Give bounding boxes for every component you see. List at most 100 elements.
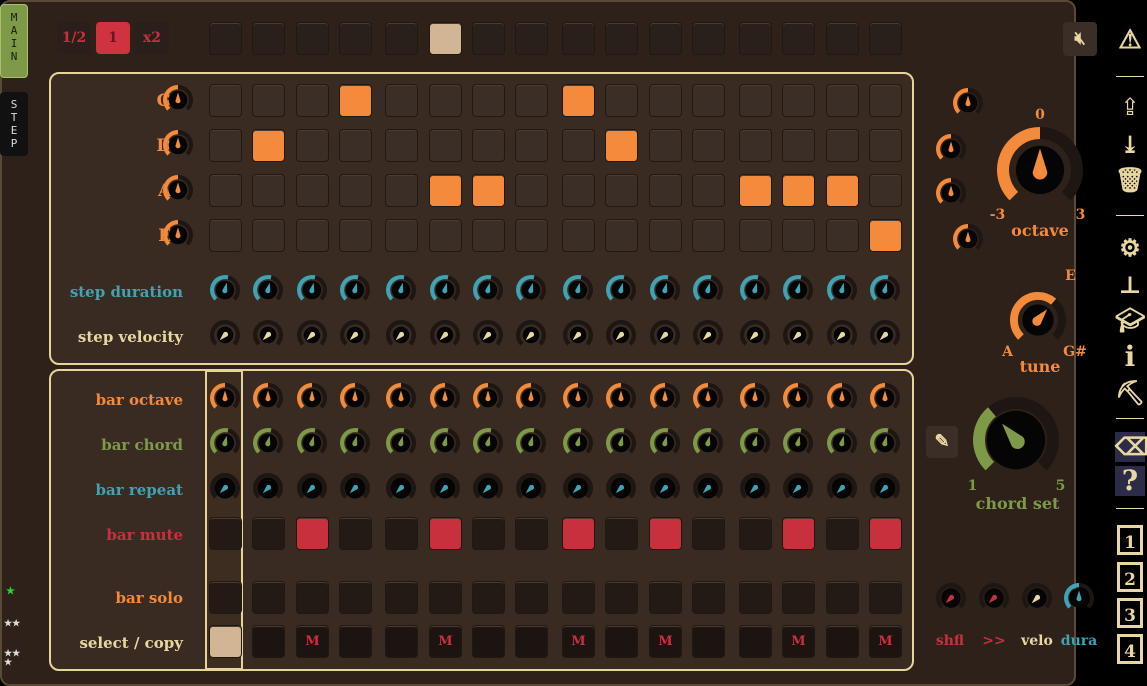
select-copy-button[interactable] [339, 625, 372, 658]
bar-repeat-knob[interactable] [251, 471, 285, 505]
bar-solo-toggle[interactable] [429, 581, 462, 614]
note-step-a2[interactable] [252, 174, 285, 207]
note-step-a2[interactable] [429, 174, 462, 207]
bar-mute-toggle[interactable] [739, 517, 772, 550]
step-velocity-knob[interactable] [338, 318, 372, 352]
octave-preset-knob-1[interactable] [951, 86, 985, 120]
bar-mute-toggle[interactable] [782, 517, 815, 550]
step-duration-knob[interactable] [604, 273, 638, 307]
note-step-d3[interactable] [385, 129, 418, 162]
bar-repeat-knob[interactable] [471, 471, 505, 505]
step-velocity-knob[interactable] [471, 318, 505, 352]
bar-solo-toggle[interactable] [339, 581, 372, 614]
bar-mute-toggle[interactable] [472, 517, 505, 550]
bar-mute-toggle[interactable] [209, 517, 242, 550]
bar-solo-toggle[interactable] [472, 581, 505, 614]
bar-mute-toggle[interactable] [429, 517, 462, 550]
note-a2-octave-knob[interactable] [161, 173, 195, 207]
bar-solo-toggle[interactable] [209, 581, 242, 614]
bar-repeat-knob[interactable] [514, 471, 548, 505]
note-step-a2[interactable] [739, 174, 772, 207]
step-duration-knob[interactable] [514, 273, 548, 307]
bar-solo-toggle[interactable] [739, 581, 772, 614]
bar-chord-knob[interactable] [604, 426, 638, 460]
step-velocity-knob[interactable] [825, 318, 859, 352]
playhead-step[interactable] [692, 22, 725, 55]
bar-octave-knob[interactable] [208, 381, 242, 415]
note-step-d3[interactable] [515, 129, 548, 162]
bar-chord-knob[interactable] [514, 426, 548, 460]
octave-knob[interactable] [995, 125, 1085, 215]
hierarchy-icon[interactable]: ⊥ [1115, 270, 1145, 300]
note-step-d3[interactable] [605, 129, 638, 162]
help-icon[interactable]: ? [1115, 466, 1145, 496]
note-step-g3[interactable] [296, 84, 329, 117]
note-step-d3[interactable] [429, 129, 462, 162]
step-velocity-knob[interactable] [561, 318, 595, 352]
note-step-a2[interactable] [209, 174, 242, 207]
note-step-a2[interactable] [339, 174, 372, 207]
bar-repeat-knob[interactable] [384, 471, 418, 505]
shfl-knob[interactable] [934, 581, 968, 615]
note-step-e2[interactable] [869, 219, 902, 252]
clipboard-3-icon[interactable]: 3 [1117, 598, 1143, 628]
bar-repeat-knob[interactable] [868, 471, 902, 505]
playhead-step[interactable] [339, 22, 372, 55]
clipboard-1-icon[interactable]: 1 [1117, 525, 1143, 555]
note-step-e2[interactable] [429, 219, 462, 252]
playhead-step[interactable] [252, 22, 285, 55]
bar-octave-knob[interactable] [561, 381, 595, 415]
graduation-cap-icon[interactable]: 🎓︎ [1115, 305, 1145, 335]
step-velocity-knob[interactable] [781, 318, 815, 352]
note-step-a2[interactable] [296, 174, 329, 207]
playhead-step[interactable] [562, 22, 595, 55]
clipboard-4-icon[interactable]: 4 [1117, 634, 1143, 664]
upload-icon[interactable]: ⇪ [1115, 92, 1145, 122]
step-duration-knob[interactable] [561, 273, 595, 307]
dura-knob[interactable] [1062, 581, 1096, 615]
bar-repeat-knob[interactable] [338, 471, 372, 505]
note-step-d3[interactable] [692, 129, 725, 162]
bar-octave-knob[interactable] [738, 381, 772, 415]
note-step-d3[interactable] [739, 129, 772, 162]
step-duration-knob[interactable] [338, 273, 372, 307]
star-2[interactable]: ★★ [4, 620, 24, 629]
note-step-d3[interactable] [782, 129, 815, 162]
paint-roller-icon[interactable]: ⛏ [1115, 378, 1145, 408]
bar-solo-toggle[interactable] [826, 581, 859, 614]
step-duration-knob[interactable] [738, 273, 772, 307]
select-copy-button[interactable] [385, 625, 418, 658]
bar-mute-toggle[interactable] [296, 517, 329, 550]
bar-mute-toggle[interactable] [869, 517, 902, 550]
bar-solo-toggle[interactable] [649, 581, 682, 614]
bar-chord-knob[interactable] [384, 426, 418, 460]
step-velocity-knob[interactable] [604, 318, 638, 352]
chord-set-knob[interactable] [971, 395, 1061, 485]
note-step-d3[interactable] [562, 129, 595, 162]
bar-octave-knob[interactable] [384, 381, 418, 415]
step-duration-knob[interactable] [208, 273, 242, 307]
note-e2-octave-knob[interactable] [161, 218, 195, 252]
note-step-g3[interactable] [692, 84, 725, 117]
rate-half-button[interactable]: 1/2 [57, 22, 91, 54]
step-velocity-knob[interactable] [648, 318, 682, 352]
step-velocity-knob[interactable] [295, 318, 329, 352]
bar-octave-knob[interactable] [868, 381, 902, 415]
clipboard-2-icon[interactable]: 2 [1117, 562, 1143, 592]
bar-chord-knob[interactable] [428, 426, 462, 460]
select-copy-button[interactable] [515, 625, 548, 658]
bar-chord-knob[interactable] [471, 426, 505, 460]
note-step-e2[interactable] [385, 219, 418, 252]
select-copy-button[interactable]: M [869, 625, 902, 658]
note-step-g3[interactable] [649, 84, 682, 117]
playhead-step[interactable] [209, 22, 242, 55]
note-step-e2[interactable] [649, 219, 682, 252]
bar-octave-knob[interactable] [471, 381, 505, 415]
playhead-step[interactable] [385, 22, 418, 55]
rate-x2-button[interactable]: x2 [135, 22, 169, 54]
step-duration-knob[interactable] [825, 273, 859, 307]
note-step-e2[interactable] [826, 219, 859, 252]
bar-mute-toggle[interactable] [339, 517, 372, 550]
bar-chord-knob[interactable] [208, 426, 242, 460]
bar-solo-toggle[interactable] [296, 581, 329, 614]
